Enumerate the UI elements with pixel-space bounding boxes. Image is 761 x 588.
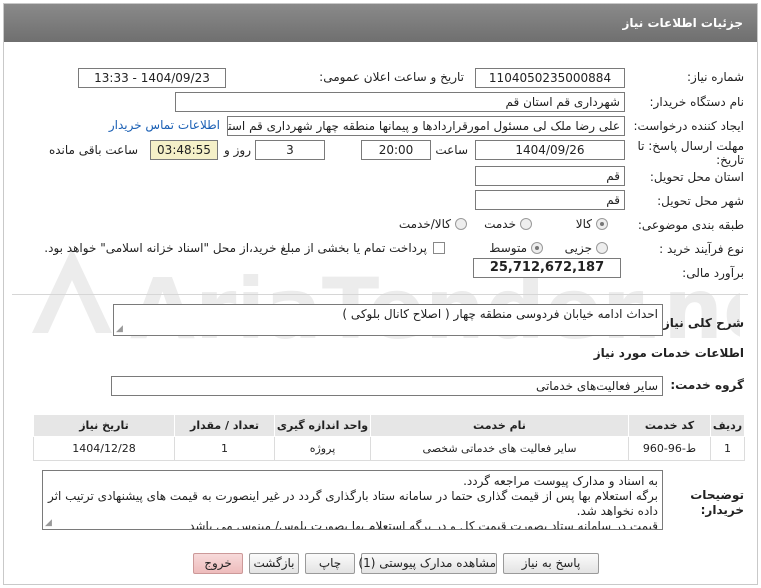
- buyer-notes-label: توضیحات: [690, 488, 744, 502]
- estimate-field: 25,712,672,187: [473, 258, 621, 278]
- deadline-time-field: 20:00: [361, 140, 431, 160]
- service-group-label: گروه خدمت:: [670, 378, 744, 392]
- col-header-unit: واحد اندازه گیری: [274, 414, 371, 437]
- print-button[interactable]: چاپ: [305, 553, 355, 574]
- page-title: جزئیات اطلاعات نیاز: [622, 16, 743, 30]
- category-label: طبقه بندی موضوعی:: [637, 218, 744, 232]
- process-radio-medium[interactable]: [531, 242, 543, 254]
- deadline-date-field: 1404/09/26: [475, 140, 625, 160]
- estimate-label: برآورد مالی:: [682, 266, 744, 280]
- resize-grip-icon: ◢: [116, 324, 123, 334]
- category-option-goods-service: کالا/خدمت: [398, 217, 451, 231]
- reply-button[interactable]: پاسخ به نیاز: [503, 553, 599, 574]
- remaining-time-label: ساعت باقی مانده: [48, 143, 138, 157]
- cell-date: 1404/12/28: [33, 436, 175, 461]
- announce-field: 1404/09/23 - 13:33: [78, 68, 226, 88]
- process-option-minor: جزیی: [564, 241, 592, 255]
- description-field: احداث ادامه خیابان فردوسی منطقه چهار ( ا…: [113, 304, 663, 336]
- days-field: 3: [255, 140, 325, 160]
- buyer-notes-label-2: خریدار:: [700, 503, 744, 517]
- city-field: قم: [475, 190, 625, 210]
- requester-label: ایجاد کننده درخواست:: [633, 119, 744, 133]
- process-label: نوع فرآیند خرید :: [659, 242, 744, 256]
- treasury-payment-checkbox[interactable]: [433, 242, 445, 254]
- buyer-note-line: قیمت در سامانه ستاد بصورت قیمت کل و در ب…: [189, 519, 658, 530]
- cell-row: 1: [710, 436, 745, 461]
- buyer-note-line: به اسناد و مدارک پیوست مراجعه گردد.: [463, 474, 658, 488]
- process-option-medium: متوسط: [489, 241, 527, 255]
- cell-qty: 1: [174, 436, 275, 461]
- col-header-qty: تعداد / مقدار: [174, 414, 275, 437]
- services-table: ردیف کد خدمت نام خدمت واحد اندازه گیری ت…: [33, 414, 745, 461]
- category-option-goods: کالا: [575, 217, 592, 231]
- days-label: روز و: [224, 143, 251, 157]
- category-radio-goods-service[interactable]: [455, 218, 467, 230]
- back-button[interactable]: بازگشت: [249, 553, 299, 574]
- deadline-label: مهلت ارسال پاسخ: تا: [637, 139, 744, 153]
- category-option-service: خدمت: [484, 217, 516, 231]
- process-radio-minor[interactable]: [596, 242, 608, 254]
- exit-button[interactable]: خروج: [193, 553, 243, 574]
- province-label: استان محل تحویل:: [649, 170, 744, 184]
- contact-buyer-link[interactable]: اطلاعات تماس خریدار: [109, 118, 220, 132]
- col-header-date: تاریخ نیاز: [33, 414, 175, 437]
- cell-name: سایر فعالیت های خدماتی شخصی: [370, 436, 629, 461]
- table-header-row: ردیف کد خدمت نام خدمت واحد اندازه گیری ت…: [33, 414, 745, 437]
- need-number-field: 1104050235000884: [475, 68, 625, 88]
- divider: [12, 294, 748, 295]
- services-section-title: اطلاعات خدمات مورد نیاز: [593, 346, 744, 360]
- category-radio-goods[interactable]: [596, 218, 608, 230]
- deadline-label-date: تاریخ:: [716, 153, 744, 167]
- page-header: جزئیات اطلاعات نیاز: [4, 4, 757, 42]
- description-label: شرح کلی نیاز:: [658, 316, 744, 330]
- description-text: احداث ادامه خیابان فردوسی منطقه چهار ( ا…: [342, 307, 658, 321]
- category-radio-service[interactable]: [520, 218, 532, 230]
- remaining-time-field: 03:48:55: [150, 140, 218, 160]
- deadline-time-label: ساعت: [435, 143, 468, 157]
- requester-field: علی رضا ملک لی مسئول امورقراردادها و پیم…: [227, 116, 625, 136]
- buyer-org-field: شهرداری قم استان قم: [175, 92, 625, 112]
- buyer-note-line: برگه استعلام بها پس از قیمت گذاری حتما د…: [48, 489, 658, 518]
- view-attachments-button[interactable]: مشاهده مدارک پیوستی (1): [358, 553, 497, 574]
- need-number-label: شماره نیاز:: [687, 70, 744, 84]
- cell-unit: پروژه: [274, 436, 371, 461]
- announce-label: تاریخ و ساعت اعلان عمومی:: [319, 70, 464, 84]
- buyer-notes-field: به اسناد و مدارک پیوست مراجعه گردد. برگه…: [42, 470, 663, 530]
- city-label: شهر محل تحویل:: [657, 194, 744, 208]
- resize-grip-icon: ◢: [45, 518, 52, 528]
- col-header-name: نام خدمت: [370, 414, 629, 437]
- col-header-row: ردیف: [710, 414, 745, 437]
- table-row: 1 ط-96-960 سایر فعالیت های خدماتی شخصی پ…: [33, 436, 745, 461]
- buyer-org-label: نام دستگاه خریدار:: [649, 95, 745, 109]
- cell-code: ط-96-960: [628, 436, 711, 461]
- service-group-field: سایر فعالیت‌های خدماتی: [111, 376, 663, 396]
- col-header-code: کد خدمت: [628, 414, 711, 437]
- province-field: قم: [475, 166, 625, 186]
- treasury-payment-note: پرداخت تمام یا بخشی از مبلغ خرید،از محل …: [44, 241, 427, 255]
